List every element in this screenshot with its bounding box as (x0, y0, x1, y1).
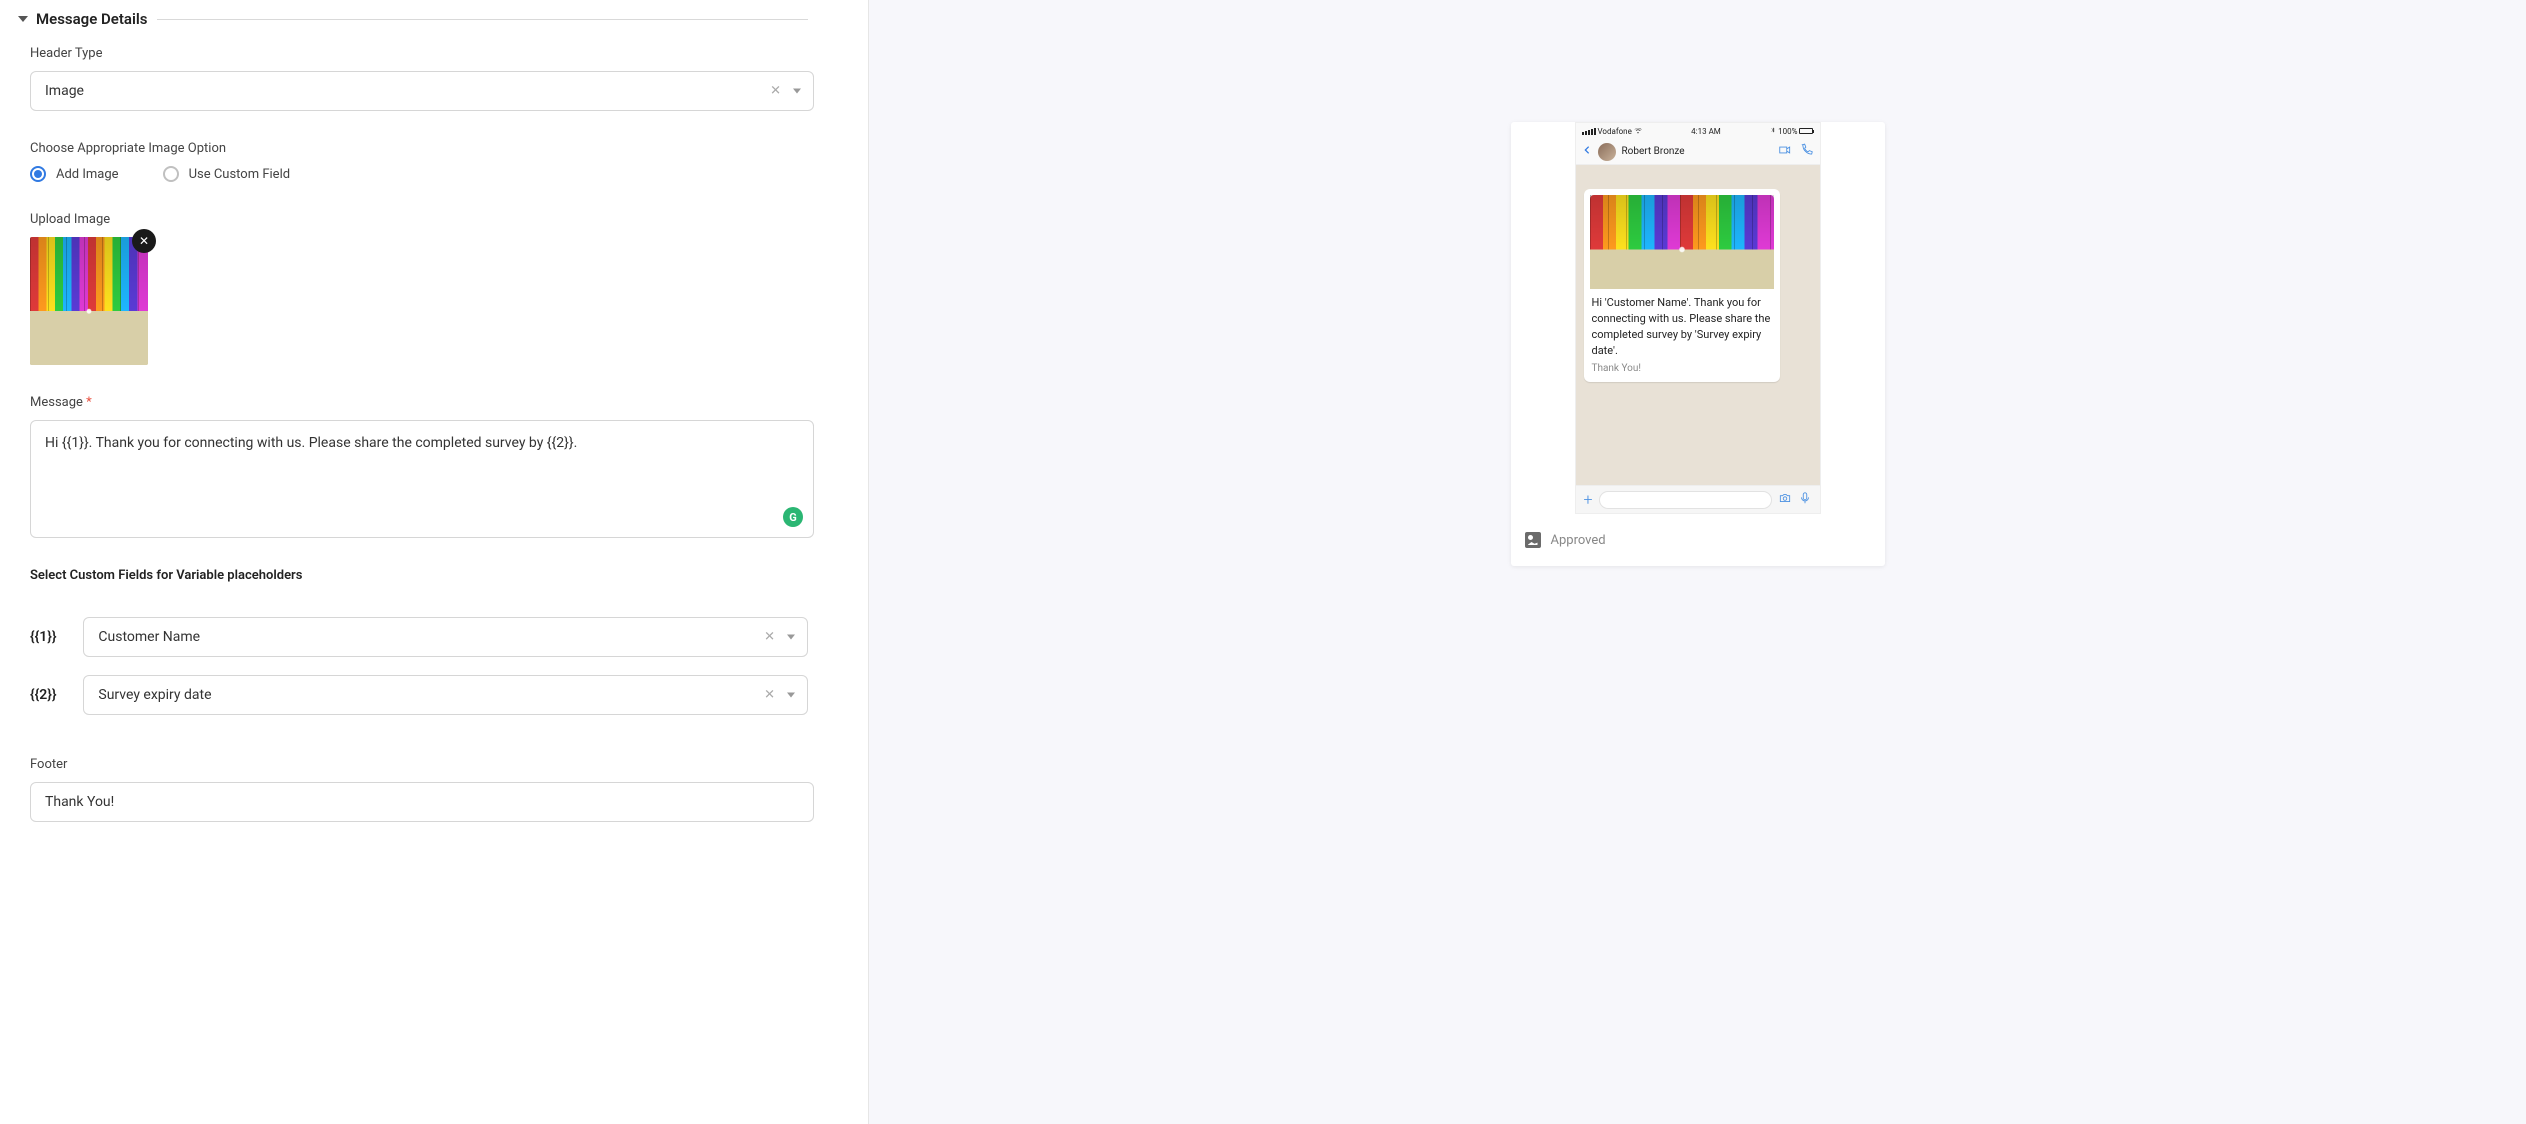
header-type-select[interactable]: Image ✕ (30, 71, 814, 111)
phone-frame: Vodafone 4:13 AM 100% (1575, 122, 1821, 514)
section-header[interactable]: Message Details (18, 10, 808, 28)
header-type-value: Image (45, 83, 84, 99)
chevron-down-icon (787, 693, 795, 698)
image-icon (1525, 532, 1541, 548)
message-value: Hi {{1}}. Thank you for connecting with … (45, 433, 799, 454)
message-image (1590, 195, 1774, 289)
image-option-label: Choose Appropriate Image Option (30, 141, 808, 156)
phone-status-bar: Vodafone 4:13 AM 100% (1576, 123, 1820, 139)
signal-icon (1582, 128, 1596, 135)
battery-percent: 100% (1778, 127, 1797, 136)
variable-2-select[interactable]: Survey expiry date ✕ (83, 675, 808, 715)
message-body-text: Hi 'Customer Name'. Thank you for connec… (1590, 295, 1774, 363)
footer-value: Thank You! (45, 794, 114, 810)
message-label-text: Message (30, 395, 83, 410)
plus-icon[interactable]: + (1584, 490, 1593, 509)
message-textarea[interactable]: Hi {{1}}. Thank you for connecting with … (30, 420, 814, 538)
radio-add-image-label: Add Image (56, 167, 119, 182)
message-details-panel: Message Details Header Type Image ✕ Choo… (0, 0, 868, 1124)
variable-1-select[interactable]: Customer Name ✕ (83, 617, 808, 657)
preview-panel: Vodafone 4:13 AM 100% (869, 0, 2526, 1124)
camera-icon[interactable] (1778, 491, 1792, 509)
variable-1-placeholder: {{1}} (30, 629, 83, 645)
wifi-icon (1634, 126, 1642, 136)
custom-fields-heading: Select Custom Fields for Variable placeh… (30, 568, 808, 583)
video-call-icon[interactable] (1778, 143, 1792, 161)
variable-2-value: Survey expiry date (98, 687, 211, 703)
uploaded-image-thumbnail[interactable] (30, 237, 148, 365)
chat-body: Hi 'Customer Name'. Thank you for connec… (1576, 165, 1820, 485)
divider-line (157, 19, 808, 20)
clear-icon[interactable]: ✕ (764, 688, 775, 703)
approval-status-text: Approved (1551, 533, 1606, 548)
header-type-label: Header Type (30, 46, 808, 61)
chat-text-input[interactable] (1599, 491, 1772, 509)
voice-call-icon[interactable] (1800, 143, 1814, 161)
radio-use-custom-field[interactable]: Use Custom Field (163, 166, 291, 182)
contact-name[interactable]: Robert Bronze (1622, 146, 1772, 157)
variable-row-2: {{2}} Survey expiry date ✕ (30, 675, 808, 715)
close-icon: ✕ (139, 234, 149, 248)
chevron-down-icon (793, 89, 801, 94)
contact-avatar[interactable] (1598, 143, 1616, 161)
mic-icon[interactable] (1798, 491, 1812, 509)
chat-input-bar: + (1576, 485, 1820, 513)
required-indicator: * (86, 395, 92, 410)
footer-input[interactable]: Thank You! (30, 782, 814, 822)
message-footer-text: Thank You! (1590, 363, 1774, 376)
bluetooth-icon (1770, 126, 1776, 136)
message-label: Message * (30, 395, 808, 410)
grammarly-icon[interactable]: G (783, 507, 803, 527)
clear-icon[interactable]: ✕ (764, 630, 775, 645)
carrier-name: Vodafone (1598, 127, 1632, 136)
variable-row-1: {{1}} Customer Name ✕ (30, 617, 808, 657)
message-bubble: Hi 'Customer Name'. Thank you for connec… (1584, 189, 1780, 382)
approval-status-row: Approved (1511, 514, 1885, 566)
image-option-radio-group: Add Image Use Custom Field (30, 166, 808, 182)
uploaded-image-wrapper: ✕ (30, 237, 148, 365)
upload-image-label: Upload Image (30, 212, 808, 227)
radio-use-custom-field-label: Use Custom Field (189, 167, 291, 182)
radio-indicator (163, 166, 179, 182)
section-title: Message Details (36, 10, 157, 28)
variable-2-placeholder: {{2}} (30, 687, 83, 703)
remove-image-button[interactable]: ✕ (132, 229, 156, 253)
footer-label: Footer (30, 757, 808, 772)
preview-card: Vodafone 4:13 AM 100% (1511, 122, 1885, 566)
clear-icon[interactable]: ✕ (770, 84, 781, 99)
back-icon[interactable] (1582, 143, 1592, 161)
status-time: 4:13 AM (1691, 127, 1721, 136)
chat-header: Robert Bronze (1576, 139, 1820, 165)
chevron-down-icon (787, 635, 795, 640)
battery-icon (1799, 128, 1813, 134)
radio-indicator (30, 166, 46, 182)
collapse-icon (18, 16, 28, 22)
variable-1-value: Customer Name (98, 629, 200, 645)
radio-add-image[interactable]: Add Image (30, 166, 119, 182)
